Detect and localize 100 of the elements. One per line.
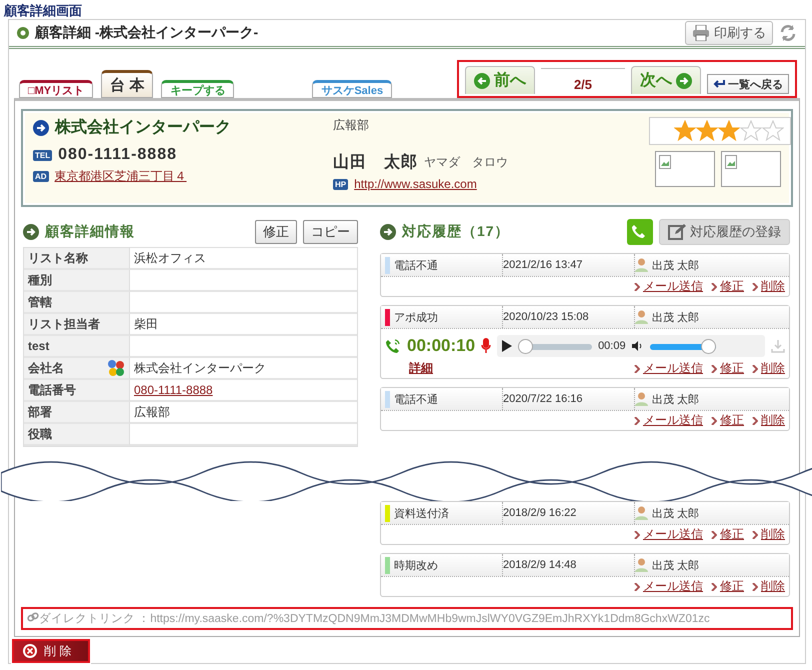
tel-badge: TEL xyxy=(33,150,52,160)
company-name: 株式会社インターパーク xyxy=(55,118,231,138)
user-name: 出茂 太郎 xyxy=(652,310,700,324)
user-name: 出茂 太郎 xyxy=(652,258,700,272)
phone-call-icon[interactable] xyxy=(627,219,653,245)
chevron-icon xyxy=(711,364,717,372)
contact-name: 山田 太郎 xyxy=(333,152,418,173)
status-label: 時期改め xyxy=(385,554,503,576)
field-label-text: 会社名 xyxy=(28,360,64,376)
broken-image-icon xyxy=(725,155,737,169)
action-link[interactable]: メール送信 xyxy=(643,526,703,543)
delete-button[interactable]: 削 除 xyxy=(12,639,90,663)
status-label: 電話不通 xyxy=(385,254,503,276)
playback-time: 00:09 xyxy=(598,340,626,352)
chevron-icon xyxy=(752,582,758,590)
phone-link[interactable]: 080-1111-8888 xyxy=(134,383,213,397)
volume-icon[interactable] xyxy=(632,341,644,351)
action-link[interactable]: 修正 xyxy=(720,278,744,295)
person-icon xyxy=(635,392,648,406)
action-link[interactable]: メール送信 xyxy=(643,578,703,595)
user-name: 出茂 太郎 xyxy=(652,392,700,406)
action-link[interactable]: 修正 xyxy=(720,360,744,377)
chevron-icon xyxy=(634,282,640,290)
map-pin-icon xyxy=(107,359,125,377)
call-duration: 00:00:10 xyxy=(407,336,476,356)
play-circle-icon xyxy=(33,120,49,136)
person-icon xyxy=(635,558,648,572)
edit-button[interactable]: コピー xyxy=(303,220,358,244)
play-icon[interactable] xyxy=(502,340,512,352)
arrow-right-icon xyxy=(23,224,39,240)
action-link[interactable]: 削除 xyxy=(761,278,785,295)
edit-button[interactable]: 修正 xyxy=(255,220,297,244)
field-label: 役職 xyxy=(24,424,130,446)
user-name: 出茂 太郎 xyxy=(652,558,700,572)
address-badge: AD xyxy=(33,171,49,182)
link-icon xyxy=(27,612,39,622)
section-title: 対応履歴（17） xyxy=(402,223,511,241)
refresh-icon[interactable] xyxy=(779,24,797,42)
field-value: 株式会社インターパーク xyxy=(130,358,357,380)
action-link[interactable]: メール送信 xyxy=(643,278,703,295)
person-icon xyxy=(635,310,648,324)
action-link[interactable]: 修正 xyxy=(720,578,744,595)
action-link[interactable]: 削除 xyxy=(761,526,785,543)
print-button[interactable]: 印刷する xyxy=(685,20,773,45)
contact-kana: ヤマダ タロウ xyxy=(424,154,508,171)
address-link[interactable]: 東京都港区芝浦三丁目４ xyxy=(54,168,187,185)
action-link[interactable]: メール送信 xyxy=(643,360,703,377)
chevron-icon xyxy=(711,416,717,424)
department-text: 広報部 xyxy=(333,117,370,134)
tab[interactable]: □MYリスト xyxy=(19,80,94,98)
register-history-button[interactable]: 対応履歴の登録 xyxy=(659,219,790,245)
status-label: 電話不通 xyxy=(385,388,503,410)
bullet-icon xyxy=(17,26,29,39)
broken-image-icon xyxy=(659,155,671,169)
chevron-icon xyxy=(711,530,717,538)
person-icon xyxy=(635,258,648,272)
tab[interactable]: キープする xyxy=(161,80,234,98)
field-label: 管轄 xyxy=(24,292,130,314)
chevron-icon xyxy=(711,582,717,590)
chevron-icon xyxy=(634,582,640,590)
page-title: 顧客詳細画面 xyxy=(2,2,83,19)
action-link[interactable]: 削除 xyxy=(761,578,785,595)
volume-slider[interactable] xyxy=(650,338,716,354)
chevron-icon xyxy=(711,282,717,290)
action-link[interactable]: 削除 xyxy=(761,412,785,429)
chevron-icon xyxy=(634,530,640,538)
field-label: test xyxy=(24,336,130,358)
field-label: 部署 xyxy=(24,402,130,424)
detail-link[interactable]: 詳細 xyxy=(409,360,433,377)
status-label: 資料送付済 xyxy=(385,502,503,524)
status-label: アポ成功 xyxy=(385,306,503,328)
action-link[interactable]: 修正 xyxy=(720,412,744,429)
chevron-icon xyxy=(634,416,640,424)
arrow-left-icon xyxy=(474,72,490,88)
section-title: 顧客詳細情報 xyxy=(45,223,136,241)
chevron-icon xyxy=(752,282,758,290)
chevron-icon xyxy=(752,364,758,372)
action-link[interactable]: 修正 xyxy=(720,526,744,543)
next-button[interactable]: 次へ xyxy=(631,66,701,94)
website-link[interactable]: http://www.sasuke.com xyxy=(354,177,477,191)
previous-button[interactable]: 前へ xyxy=(465,66,535,94)
printer-icon xyxy=(692,24,710,41)
back-to-list-button[interactable]: 一覧へ戻る xyxy=(707,74,789,94)
direct-link-text: ダイレクトリンク ：https://my.saaske.com/?%3DYTMzQDN9MmJ3MDMwMHb9wmJslWY0VGZ9EmJhRXYk1Ddm8GchxWZ01zc xyxy=(39,613,710,625)
phone-number: 080-1111-8888 xyxy=(58,146,177,164)
close-icon xyxy=(22,643,38,659)
action-link[interactable]: メール送信 xyxy=(643,412,703,429)
microphone-icon xyxy=(481,338,492,354)
arrow-right-icon xyxy=(676,72,692,88)
tab[interactable]: 台 本 xyxy=(101,70,154,98)
edit-icon xyxy=(668,223,686,241)
seek-slider[interactable] xyxy=(518,338,592,354)
header-title: 顧客詳細 -株式会社インターパーク- xyxy=(35,24,260,42)
person-icon xyxy=(635,506,648,520)
download-icon[interactable] xyxy=(771,339,785,353)
field-label: 電話番号 xyxy=(24,380,130,402)
field-value: 柴田 xyxy=(130,314,357,336)
action-link[interactable]: 削除 xyxy=(761,360,785,377)
field-label: 種別 xyxy=(24,270,130,292)
arrow-right-icon xyxy=(380,224,396,240)
